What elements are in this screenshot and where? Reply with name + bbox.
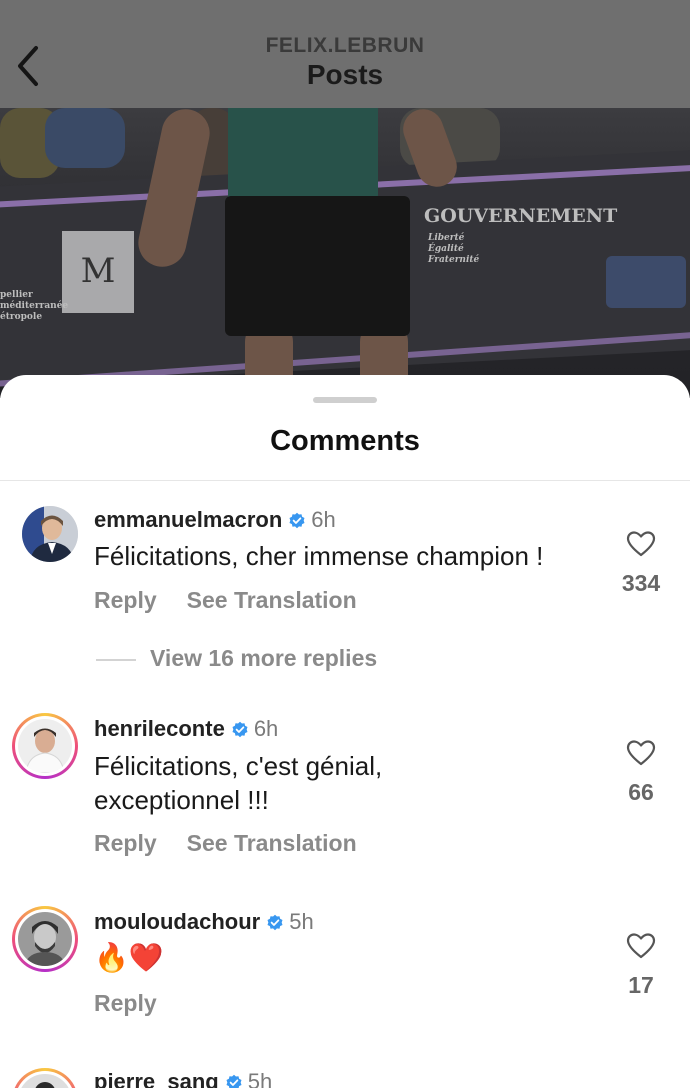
comment-username[interactable]: mouloudachour <box>94 909 260 934</box>
comment-text: 🔥❤️ <box>94 941 164 974</box>
see-translation-button[interactable]: See Translation <box>187 587 357 613</box>
divider <box>0 480 690 481</box>
comment-time: 6h <box>311 507 336 532</box>
comment-text: Félicitations, cher immense champion ! <box>94 541 544 571</box>
like-count: 17 <box>628 972 654 998</box>
comment-header: emmanuelmacron 6h <box>94 507 336 533</box>
comment-time: 5h <box>247 1069 273 1088</box>
comment-header: pierre_sang 5h <box>94 1069 272 1088</box>
comment-actions: Reply See Translation <box>94 587 357 614</box>
like-control: 334 <box>612 530 670 597</box>
heart-outline-icon[interactable] <box>626 530 656 558</box>
like-control: 17 <box>612 932 670 999</box>
top-bar: FELIX.LEBRUN Posts <box>0 0 690 108</box>
view-more-replies-button[interactable]: View 16 more replies <box>96 645 377 672</box>
account-name: FELIX.LEBRUN <box>265 34 425 57</box>
comment-username[interactable]: emmanuelmacron <box>94 507 282 532</box>
like-control: 66 <box>612 739 670 806</box>
page-title: Posts <box>306 59 384 90</box>
like-count: 66 <box>628 779 654 805</box>
avatar[interactable] <box>12 1068 78 1088</box>
heart-outline-icon[interactable] <box>626 932 656 960</box>
avatar[interactable] <box>12 906 78 972</box>
avatar-image <box>18 912 72 966</box>
avatar[interactable] <box>22 506 78 562</box>
see-translation-button[interactable]: See Translation <box>187 830 357 856</box>
verified-badge-icon <box>289 512 305 529</box>
sponsor-motto: Liberté Égalité Fraternité <box>428 233 480 265</box>
view-more-replies-label: View 16 more replies <box>150 645 378 671</box>
verified-badge-icon <box>267 914 283 931</box>
like-count: 334 <box>621 570 661 596</box>
reply-button[interactable]: Reply <box>94 587 157 613</box>
verified-badge-icon <box>232 721 248 738</box>
comment-text: Félicitations, c'est génial, exceptionne… <box>94 751 383 815</box>
heart-outline-icon[interactable] <box>626 739 656 767</box>
comment-header: mouloudachour 5h <box>94 909 314 935</box>
sponsor-text: GOUVERNEMENT <box>424 205 618 227</box>
avatar-image <box>22 506 78 562</box>
comments-title: Comments <box>270 425 420 457</box>
verified-badge-icon <box>226 1074 242 1088</box>
comment-header: henrileconte 6h <box>94 716 278 742</box>
comment-actions: Reply <box>94 990 157 1017</box>
sponsor-logo: M <box>62 231 134 313</box>
avatar[interactable] <box>12 713 78 779</box>
reply-button[interactable]: Reply <box>94 830 157 856</box>
comment-time: 6h <box>253 716 279 741</box>
avatar-image <box>18 1074 72 1088</box>
post-photo: GOUVERNEMENT Liberté Égalité Fraternité … <box>0 108 690 398</box>
sponsor-text-2: pellier méditerranée étropole <box>0 290 69 322</box>
avatar-image <box>18 719 72 773</box>
reply-button[interactable]: Reply <box>94 990 157 1016</box>
comment-time: 5h <box>289 909 314 934</box>
sheet-drag-handle[interactable] <box>313 397 377 403</box>
comment-username[interactable]: henrileconte <box>94 716 225 741</box>
comments-sheet: Comments emmanuelmacron 6h Félicitations,… <box>0 375 690 1088</box>
comment-username[interactable]: pierre_sang <box>94 1069 219 1088</box>
comment-actions: Reply See Translation <box>94 830 357 857</box>
